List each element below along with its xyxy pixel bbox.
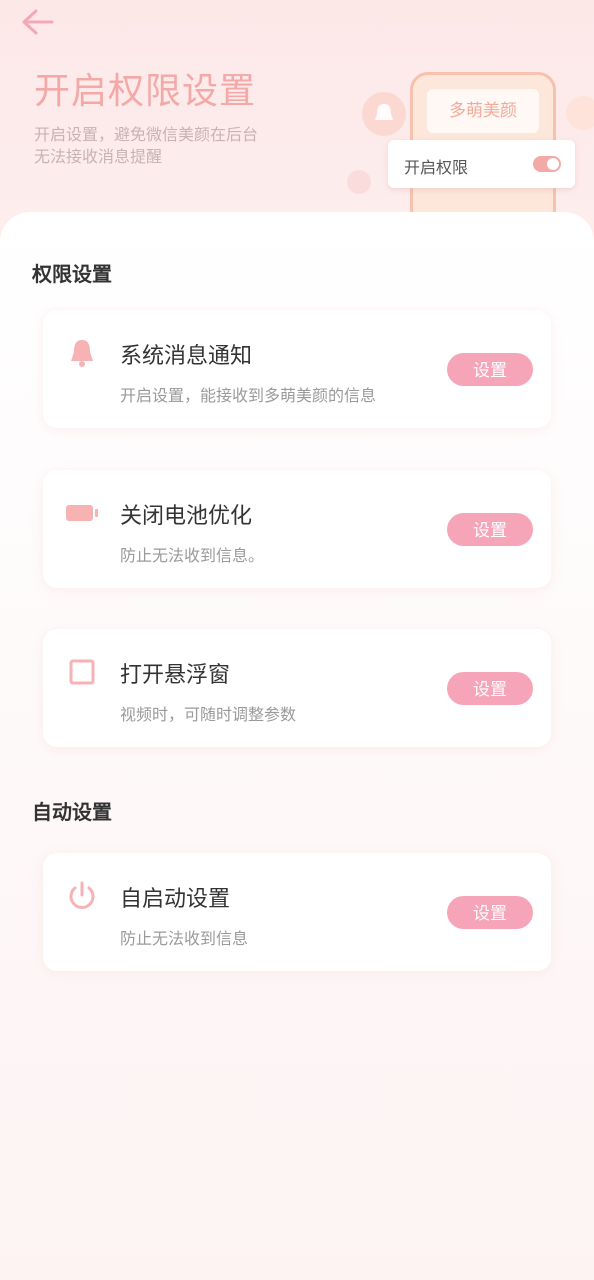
permission-label: 开启权限 [404, 158, 469, 177]
card-desc: 开启设置，能接收到多萌美颜的信息 [120, 386, 377, 405]
decor-bubble-bell [362, 92, 406, 136]
bell-icon [71, 340, 93, 367]
card-battery: 关闭电池优化 防止无法收到信息。 设置 [43, 470, 551, 588]
card-notification: 系统消息通知 开启设置，能接收到多萌美颜的信息 设置 [43, 310, 551, 428]
page-title: 开启权限设置 [34, 71, 257, 112]
card-title: 关闭电池优化 [120, 504, 253, 529]
settings-button-floating-window[interactable]: 设置 [447, 672, 533, 705]
settings-button-battery[interactable]: 设置 [447, 513, 533, 546]
decor-bubble-small [347, 170, 371, 194]
permission-toggle [533, 156, 561, 172]
decor-bubble-chat [566, 96, 594, 130]
bell-decor-icon [375, 104, 393, 120]
settings-button-notification[interactable]: 设置 [447, 353, 533, 386]
card-desc: 视频时，可随时调整参数 [120, 705, 297, 724]
card-title: 打开悬浮窗 [120, 663, 231, 688]
power-icon [69, 881, 95, 909]
card-title: 自启动设置 [120, 887, 231, 912]
section-title-permissions: 权限设置 [32, 262, 112, 286]
card-desc: 防止无法收到信息。 [120, 546, 265, 565]
card-autostart: 自启动设置 防止无法收到信息 设置 [43, 853, 551, 971]
back-arrow-icon[interactable] [18, 6, 58, 38]
settings-button-autostart[interactable]: 设置 [447, 896, 533, 929]
permission-card-illustration: 开启权限 [388, 140, 575, 188]
card-title: 系统消息通知 [120, 344, 253, 369]
window-icon [69, 659, 95, 685]
content-panel: 权限设置 系统消息通知 开启设置，能接收到多萌美颜的信息 设置 关闭电池优化 防… [0, 212, 594, 1280]
page-subtitle: 开启设置，避免微信美颜在后台无法接收消息提醒 [34, 125, 259, 166]
phone-brand-label: 多萌美颜 [427, 89, 539, 133]
section-title-auto: 自动设置 [32, 800, 112, 824]
card-floating-window: 打开悬浮窗 视频时，可随时调整参数 设置 [43, 629, 551, 747]
battery-icon [66, 505, 98, 521]
card-desc: 防止无法收到信息 [120, 929, 249, 948]
